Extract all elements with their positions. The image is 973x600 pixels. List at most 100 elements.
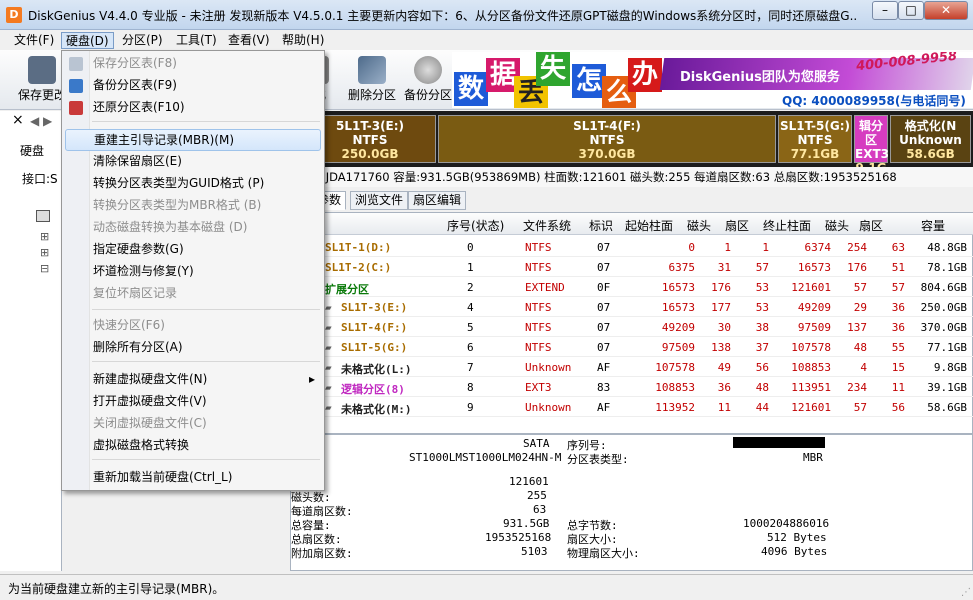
menu-separator [92, 459, 320, 460]
delete-partition-button[interactable]: 删除分区 [344, 54, 400, 106]
col-end-cyl[interactable]: 终止柱面 [763, 217, 811, 234]
menu-item-10[interactable]: 坏道检测与修复(Y) [65, 261, 321, 283]
col-capacity[interactable]: 容量 [921, 217, 945, 234]
table-row[interactable]: ▰ SL1T-3(E:) 4 NTFS 07 16573 177 53 49209 29 36 250… [291, 297, 973, 317]
table-row[interactable]: ▰ 未格式化(M:) 9 Unknown AF 113952 11 44 121601 57 56 5… [291, 397, 973, 417]
col-end-sector[interactable]: 扇区 [859, 217, 883, 234]
menu-item-label: 动态磁盘转换为基本磁盘 (D) [93, 220, 248, 234]
disk-tree-icon[interactable] [36, 210, 50, 222]
menu-item-15[interactable]: 打开虚拟硬盘文件(V) [65, 391, 321, 413]
tree-expander[interactable]: ⊟ [40, 262, 49, 275]
menu-item-9[interactable]: 指定硬盘参数(G) [65, 239, 321, 261]
tree-expander[interactable]: ⊞ [40, 246, 49, 259]
cell-id: 07 [597, 341, 611, 354]
cell-es: 15 [891, 361, 905, 374]
table-row[interactable]: ▰ SL1T-5(G:) 6 NTFS 07 97509 138 37 107578 48 55 77… [291, 337, 973, 357]
menu-item-label: 保存分区表(F8) [93, 56, 177, 70]
menu-item-17[interactable]: 虚拟磁盘格式转换 [65, 435, 321, 457]
col-start-head[interactable]: 磁头 [687, 217, 711, 234]
tab-strip: 参数 浏览文件 扇区编辑 [302, 191, 973, 210]
close-panel-icon[interactable]: × [12, 112, 24, 128]
col-fs[interactable]: 文件系统 [523, 217, 571, 234]
table-row[interactable]: ▰扩展分区2EXTEND0F16573176531216015757804.6G… [291, 277, 973, 297]
table-row[interactable]: ▰ 逻辑分区(8) 8 EXT3 83 108853 36 48 113951 234 11 39.1… [291, 377, 973, 397]
menu-item-5[interactable]: 清除保留扇区(E) [65, 151, 321, 173]
ad-banner[interactable]: 数 据 丢 失 怎 么 办 DiskGenius团队为您服务 400-008-9… [452, 52, 973, 108]
partition-size: 77.1GB [790, 147, 840, 161]
partition-segment[interactable]: SL1T-5(G:) NTFS 77.1GB [778, 115, 852, 163]
partition-name-cell: SL1T-3(E:) [341, 301, 408, 314]
col-start-cyl[interactable]: 起始柱面 [625, 217, 673, 234]
partition-name: SL1T-5(G:) [779, 119, 850, 133]
cell-id: 07 [597, 301, 611, 314]
cell-sc: 16573 [661, 281, 695, 294]
backup-partition-icon [414, 56, 442, 84]
partition-segment[interactable]: SL1T-4(F:) NTFS 370.0GB [438, 115, 776, 163]
menu-item-6[interactable]: 转换分区表类型为GUID格式 (P) [65, 173, 321, 195]
cell-fs: Unknown [525, 401, 572, 414]
partition-name: 辑分区 [858, 119, 883, 147]
delete-partition-label: 删除分区 [347, 88, 396, 102]
cell-cap: 78.1GB [927, 261, 967, 274]
menu-tools[interactable]: 工具(T) [172, 32, 221, 49]
menu-item-label: 转换分区表类型为MBR格式 (B) [93, 198, 262, 212]
status-text: 为当前硬盘建立新的主引导记录(MBR)。 [8, 582, 225, 596]
back-arrow-icon[interactable]: ◀ ▶ [30, 114, 52, 128]
cell-idx: 4 [467, 301, 474, 314]
cell-ss: 38 [755, 321, 769, 334]
menu-item-18[interactable]: 重新加载当前硬盘(Ctrl_L) [65, 467, 321, 489]
cell-ec: 97509 [797, 321, 831, 334]
cell-eh: 254 [847, 241, 867, 254]
save-table-icon [69, 57, 83, 71]
status-bar: 为当前硬盘建立新的主引导记录(MBR)。 ⋰ [0, 574, 973, 600]
menu-item-2[interactable]: 备份分区表(F9) [65, 75, 321, 97]
disk-menu-dropdown: 保存分区表(F8) 备份分区表(F9) 还原分区表(F10) 重建主引导记录(MBR)… [61, 50, 325, 491]
menu-item-14[interactable]: 新建虚拟硬盘文件(N) ▸ [65, 369, 321, 391]
partition-name-cell: 扩展分区 [325, 283, 369, 296]
backup-partition-button[interactable]: 备份分区 [400, 54, 456, 106]
cell-sc: 108853 [655, 381, 695, 394]
table-row[interactable]: ▰SL1T-1(D:)0NTFS0701163742546348.8GB [291, 237, 973, 257]
cell-cap: 804.6GB [920, 281, 967, 294]
pt-type-label: 分区表类型: [567, 453, 629, 466]
cell-eh: 57 [853, 281, 867, 294]
model-value: ST1000LMST1000LM024HN-M [409, 451, 562, 464]
menu-view[interactable]: 查看(V) [224, 32, 274, 49]
menu-item-4[interactable]: 重建主引导记录(MBR)(M) [65, 129, 321, 151]
delete-partition-icon [358, 56, 386, 84]
partition-name-cell: SL1T-1(D:) [325, 241, 392, 254]
partition-name-cell: SL1T-2(C:) [325, 261, 392, 274]
close-button[interactable]: ✕ [924, 1, 968, 20]
cell-ec: 121601 [791, 401, 831, 414]
menu-file[interactable]: 文件(F) [10, 32, 58, 49]
partition-name-cell: 未格式化(M:) [341, 403, 412, 416]
tree-expander[interactable]: ⊞ [40, 230, 49, 243]
menu-disk[interactable]: 硬盘(D) [61, 32, 114, 49]
cell-sh: 138 [711, 341, 731, 354]
serial-redaction [733, 437, 825, 448]
minimize-button[interactable]: – [872, 1, 898, 20]
col-index[interactable]: 序号(状态) [447, 217, 504, 234]
table-row[interactable]: ▰SL1T-2(C:)1NTFS0763753157165731765178.1… [291, 257, 973, 277]
table-row[interactable]: ▰ 未格式化(L:) 7 Unknown AF 107578 49 56 108853 4 15 9.… [291, 357, 973, 377]
menu-separator [92, 121, 320, 122]
col-start-sector[interactable]: 扇区 [725, 217, 749, 234]
maximize-button[interactable]: □ [898, 1, 924, 20]
col-end-head[interactable]: 磁头 [825, 217, 849, 234]
menu-item-3[interactable]: 还原分区表(F10) [65, 97, 321, 119]
cell-sc: 97509 [661, 341, 695, 354]
cell-idx: 5 [467, 321, 474, 334]
partition-segment[interactable]: 格式化(N Unknown 58.6GB [890, 115, 971, 163]
tab-sector-edit[interactable]: 扇区编辑 [408, 191, 467, 210]
cell-cap: 250.0GB [920, 301, 967, 314]
menu-item-13[interactable]: 删除所有分区(A) [65, 337, 321, 359]
table-row[interactable]: ▰ SL1T-4(F:) 5 NTFS 07 49209 30 38 97509 137 36 370… [291, 317, 973, 337]
col-id[interactable]: 标识 [589, 217, 613, 234]
partition-segment[interactable]: 辑分区 EXT3 9.1G [854, 115, 889, 175]
cell-sh: 11 [717, 401, 731, 414]
menu-help[interactable]: 帮助(H) [278, 32, 328, 49]
tab-browse-files[interactable]: 浏览文件 [350, 191, 409, 210]
menu-partition[interactable]: 分区(P) [118, 32, 167, 49]
resize-grip-icon[interactable]: ⋰ [961, 587, 971, 598]
heads-value: 255 [527, 489, 547, 502]
